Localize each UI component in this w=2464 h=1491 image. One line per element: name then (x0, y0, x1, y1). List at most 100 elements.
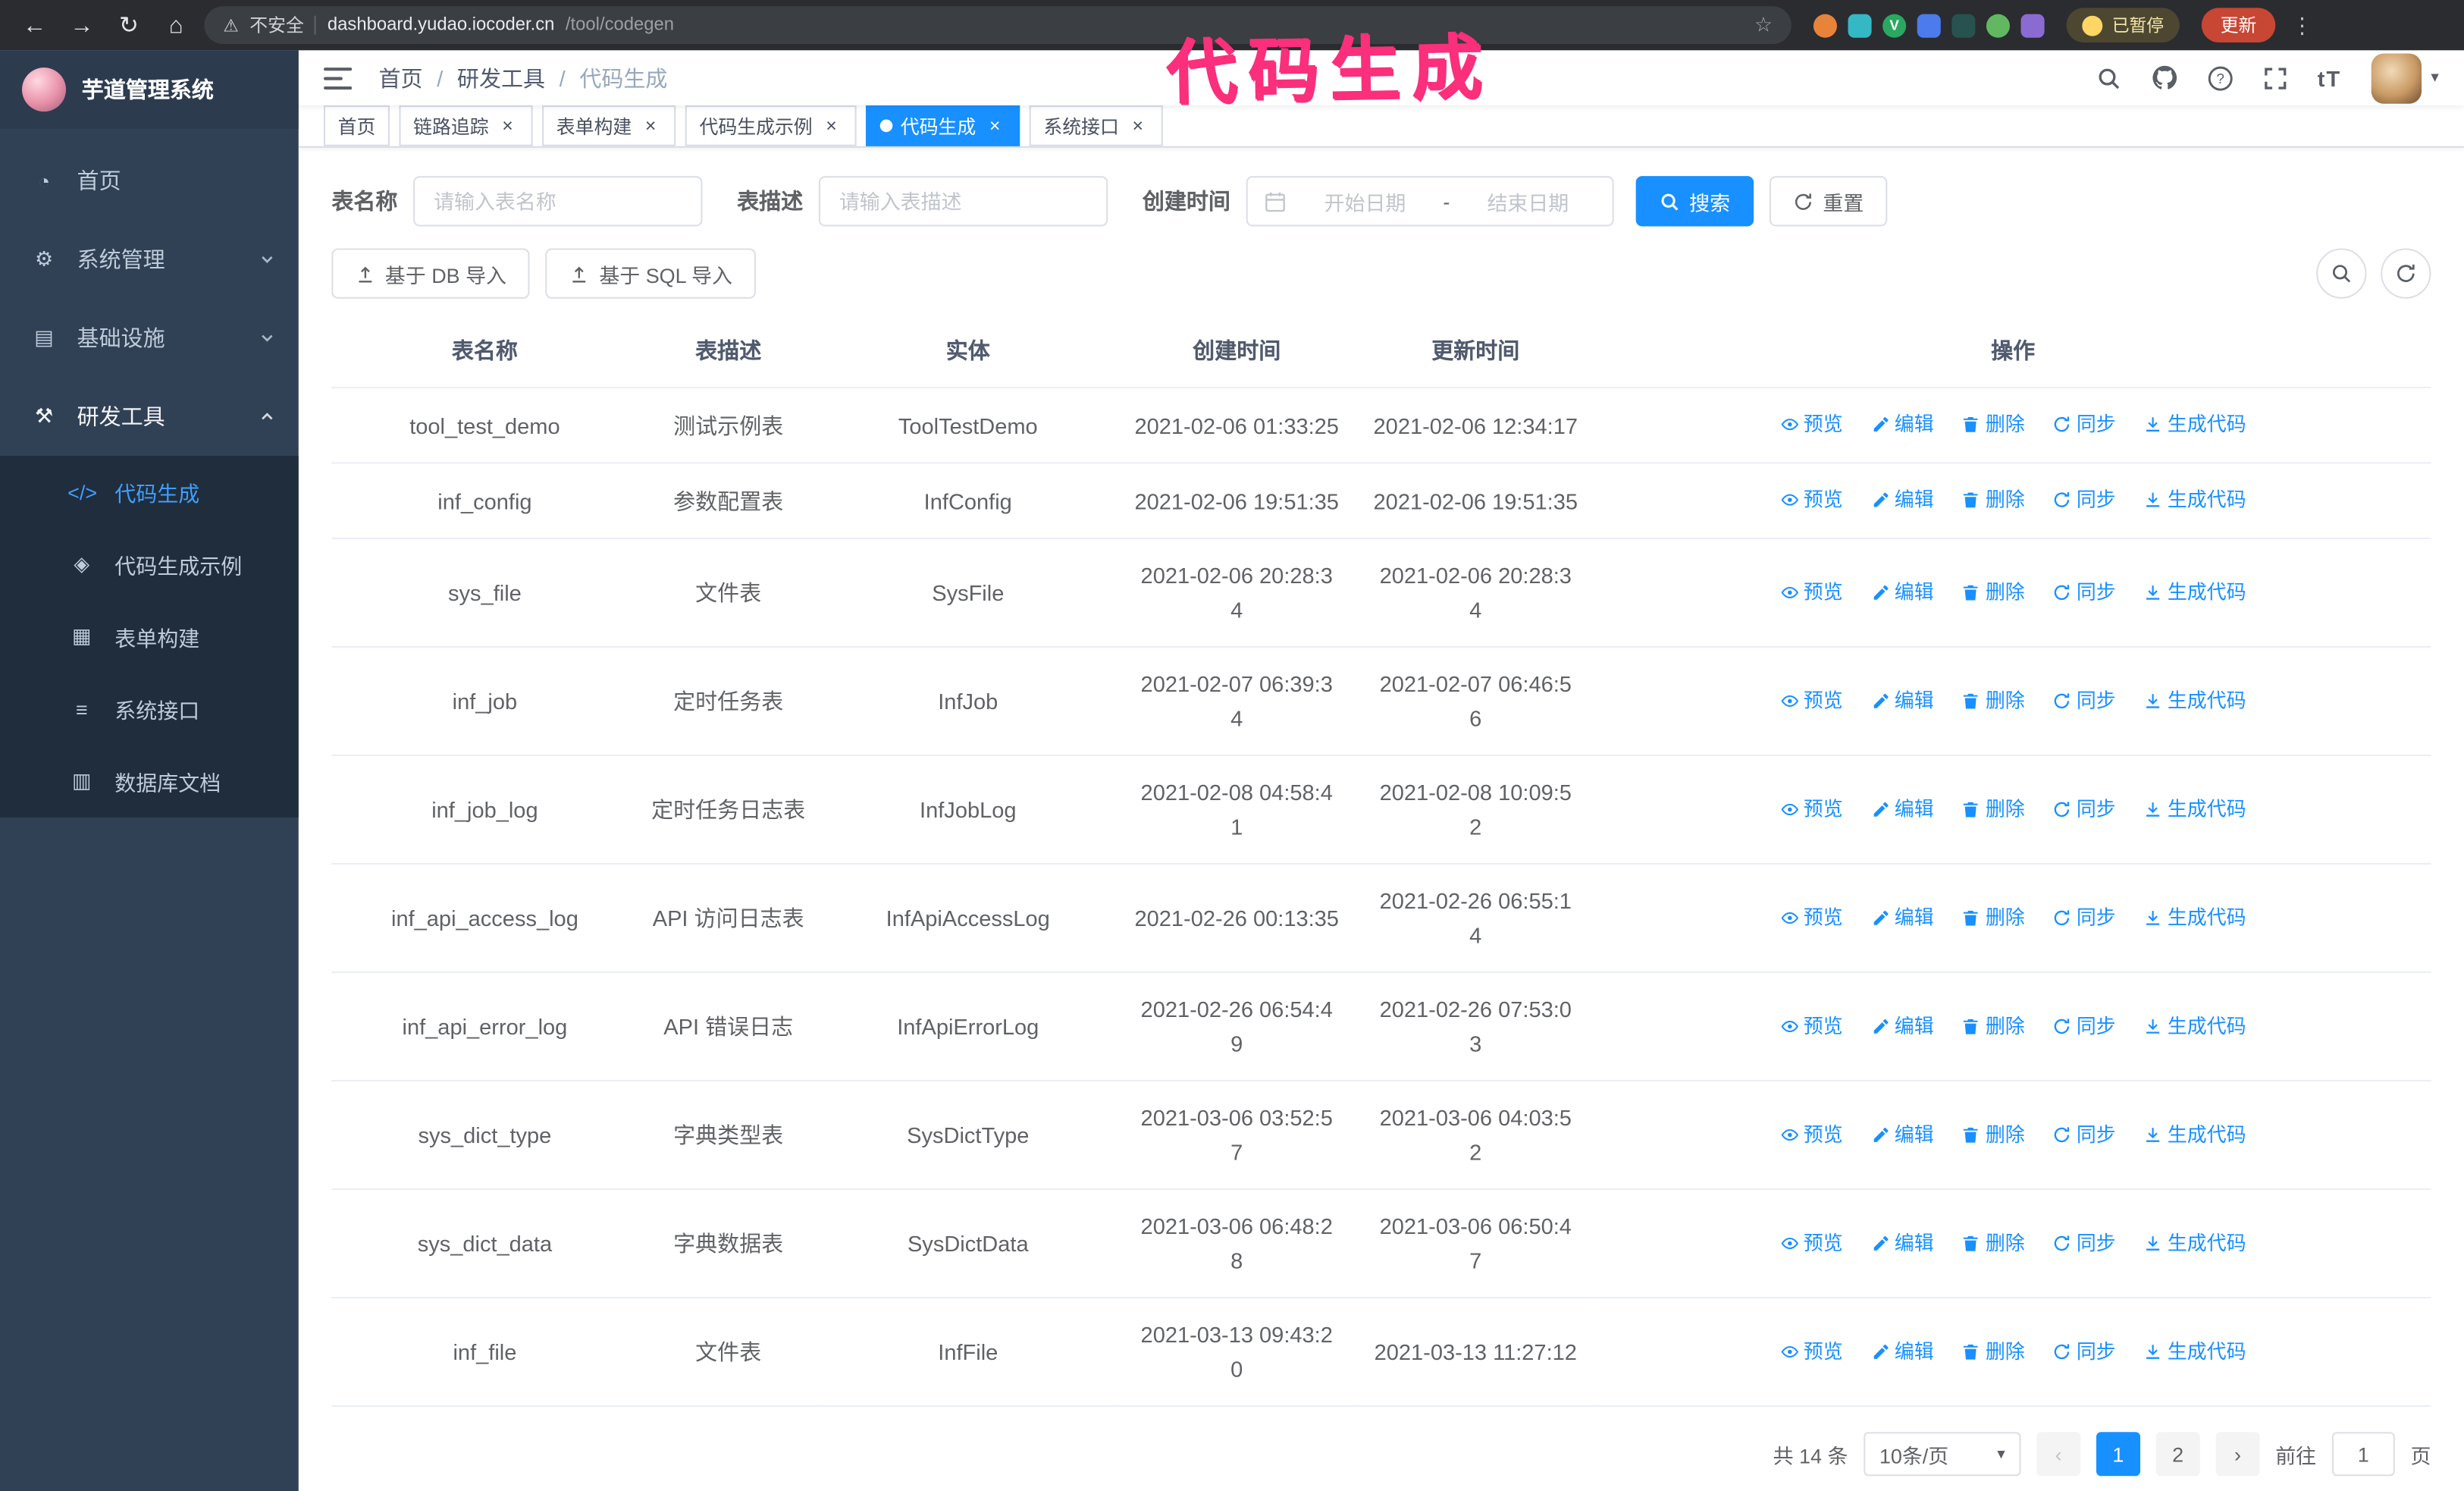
hamburger-icon[interactable] (323, 65, 353, 90)
delete-link[interactable]: 删除 (1962, 1117, 2025, 1152)
edit-link[interactable]: 编辑 (1871, 407, 1934, 442)
generate-code-link[interactable]: 生成代码 (2144, 1226, 2246, 1260)
delete-link[interactable]: 删除 (1962, 1334, 2025, 1369)
search-button[interactable]: 搜索 (1635, 176, 1754, 227)
extension-icon[interactable] (2020, 13, 2045, 37)
edit-link[interactable]: 编辑 (1871, 1334, 1934, 1369)
sidebar-item-dev-tools[interactable]: ⚒ 研发工具 (0, 377, 299, 456)
font-size-icon[interactable]: tT (2318, 65, 2342, 90)
delete-link[interactable]: 删除 (1962, 900, 2025, 935)
preview-link[interactable]: 预览 (1780, 482, 1843, 517)
sidebar-item-system-api[interactable]: ≡ 系统接口 (0, 673, 299, 745)
browser-back-icon[interactable]: ← (16, 6, 54, 44)
extension-icon[interactable] (1951, 13, 1976, 37)
refresh-table-button[interactable] (2381, 248, 2431, 299)
sidebar-item-db-doc[interactable]: ▥ 数据库文档 (0, 745, 299, 817)
tab-close-icon[interactable]: × (497, 115, 519, 137)
view-tab-form-builder[interactable]: 表单构建 × (542, 105, 676, 146)
generate-code-link[interactable]: 生成代码 (2144, 683, 2246, 718)
sidebar-item-codegen-example[interactable]: ◈ 代码生成示例 (0, 528, 299, 600)
edit-link[interactable]: 编辑 (1871, 1009, 1934, 1044)
sync-link[interactable]: 同步 (2053, 1226, 2116, 1260)
sync-link[interactable]: 同步 (2053, 482, 2116, 517)
delete-link[interactable]: 删除 (1962, 482, 2025, 517)
page-button-1[interactable]: 1 (2096, 1432, 2140, 1477)
page-button-2[interactable]: 2 (2155, 1432, 2200, 1477)
generate-code-link[interactable]: 生成代码 (2144, 1334, 2246, 1369)
browser-home-icon[interactable]: ⌂ (157, 6, 195, 44)
delete-link[interactable]: 删除 (1962, 575, 2025, 610)
goto-page-input[interactable] (2331, 1432, 2395, 1477)
next-page-button[interactable]: › (2215, 1432, 2260, 1477)
extension-icon[interactable] (1813, 13, 1837, 37)
generate-code-link[interactable]: 生成代码 (2144, 482, 2246, 517)
preview-link[interactable]: 预览 (1780, 900, 1843, 935)
tab-close-icon[interactable]: × (1127, 115, 1149, 137)
not-secure-label[interactable]: 不安全 (249, 13, 304, 38)
preview-link[interactable]: 预览 (1780, 407, 1843, 442)
edit-link[interactable]: 编辑 (1871, 792, 1934, 827)
generate-code-link[interactable]: 生成代码 (2144, 575, 2246, 610)
preview-link[interactable]: 预览 (1780, 1009, 1843, 1044)
sidebar-item-system-management[interactable]: ⚙ 系统管理 (0, 220, 299, 299)
sidebar-item-codegen[interactable]: </> 代码生成 (0, 456, 299, 528)
view-tab-tracing[interactable]: 链路追踪 × (399, 105, 533, 146)
help-icon[interactable]: ? (2208, 65, 2233, 90)
breadcrumb-dev-tools[interactable]: 研发工具 (457, 62, 545, 93)
edit-link[interactable]: 编辑 (1871, 683, 1934, 718)
toggle-search-button[interactable] (2316, 248, 2367, 299)
sidebar-logo[interactable]: 芋道管理系统 (0, 50, 299, 129)
extension-icon[interactable] (1882, 13, 1907, 37)
sync-paused-badge[interactable]: 已暂停 (2066, 8, 2180, 42)
search-icon[interactable] (2096, 65, 2121, 90)
sidebar-item-infrastructure[interactable]: ▤ 基础设施 (0, 299, 299, 378)
edit-link[interactable]: 编辑 (1871, 575, 1934, 610)
view-tab-system-api[interactable]: 系统接口 × (1029, 105, 1163, 146)
generate-code-link[interactable]: 生成代码 (2144, 1117, 2246, 1152)
generate-code-link[interactable]: 生成代码 (2144, 1009, 2246, 1044)
preview-link[interactable]: 预览 (1780, 1334, 1843, 1369)
preview-link[interactable]: 预览 (1780, 1117, 1843, 1152)
sync-link[interactable]: 同步 (2053, 1009, 2116, 1044)
generate-code-link[interactable]: 生成代码 (2144, 407, 2246, 442)
extension-icon[interactable] (1848, 13, 1872, 37)
table-desc-input[interactable] (818, 176, 1108, 227)
sync-link[interactable]: 同步 (2053, 1334, 2116, 1369)
view-tab-home[interactable]: 首页 (323, 105, 390, 146)
date-range-picker[interactable]: 开始日期 - 结束日期 (1246, 176, 1614, 227)
view-tab-codegen-example[interactable]: 代码生成示例 × (685, 105, 857, 146)
generate-code-link[interactable]: 生成代码 (2144, 900, 2246, 935)
preview-link[interactable]: 预览 (1780, 792, 1843, 827)
extension-icon[interactable] (1986, 13, 2010, 37)
page-size-select[interactable]: 10条/页 ▾ (1864, 1432, 2021, 1477)
preview-link[interactable]: 预览 (1780, 683, 1843, 718)
sync-link[interactable]: 同步 (2053, 1117, 2116, 1152)
reset-button[interactable]: 重置 (1769, 176, 1888, 227)
tab-close-icon[interactable]: × (820, 115, 842, 137)
edit-link[interactable]: 编辑 (1871, 482, 1934, 517)
tab-close-icon[interactable]: × (984, 115, 1006, 137)
sync-link[interactable]: 同步 (2053, 683, 2116, 718)
edit-link[interactable]: 编辑 (1871, 1117, 1934, 1152)
browser-reload-icon[interactable]: ↻ (110, 6, 148, 44)
sync-link[interactable]: 同步 (2053, 407, 2116, 442)
github-icon[interactable] (2151, 64, 2177, 91)
preview-link[interactable]: 预览 (1780, 575, 1843, 610)
sync-link[interactable]: 同步 (2053, 900, 2116, 935)
table-name-input[interactable] (413, 176, 703, 227)
tab-close-icon[interactable]: × (640, 115, 662, 137)
import-db-button[interactable]: 基于 DB 导入 (331, 248, 531, 299)
extension-icon[interactable] (1917, 13, 1941, 37)
breadcrumb-home[interactable]: 首页 (379, 62, 423, 93)
user-menu[interactable]: ▾ (2371, 52, 2439, 103)
preview-link[interactable]: 预览 (1780, 1226, 1843, 1260)
browser-update-button[interactable]: 更新 (2201, 8, 2276, 42)
edit-link[interactable]: 编辑 (1871, 900, 1934, 935)
browser-menu-icon[interactable]: ⋮ (2291, 12, 2313, 39)
view-tab-codegen-active[interactable]: 代码生成 × (866, 105, 1020, 146)
edit-link[interactable]: 编辑 (1871, 1226, 1934, 1260)
delete-link[interactable]: 删除 (1962, 407, 2025, 442)
delete-link[interactable]: 删除 (1962, 792, 2025, 827)
delete-link[interactable]: 删除 (1962, 683, 2025, 718)
fullscreen-icon[interactable] (2262, 65, 2287, 90)
